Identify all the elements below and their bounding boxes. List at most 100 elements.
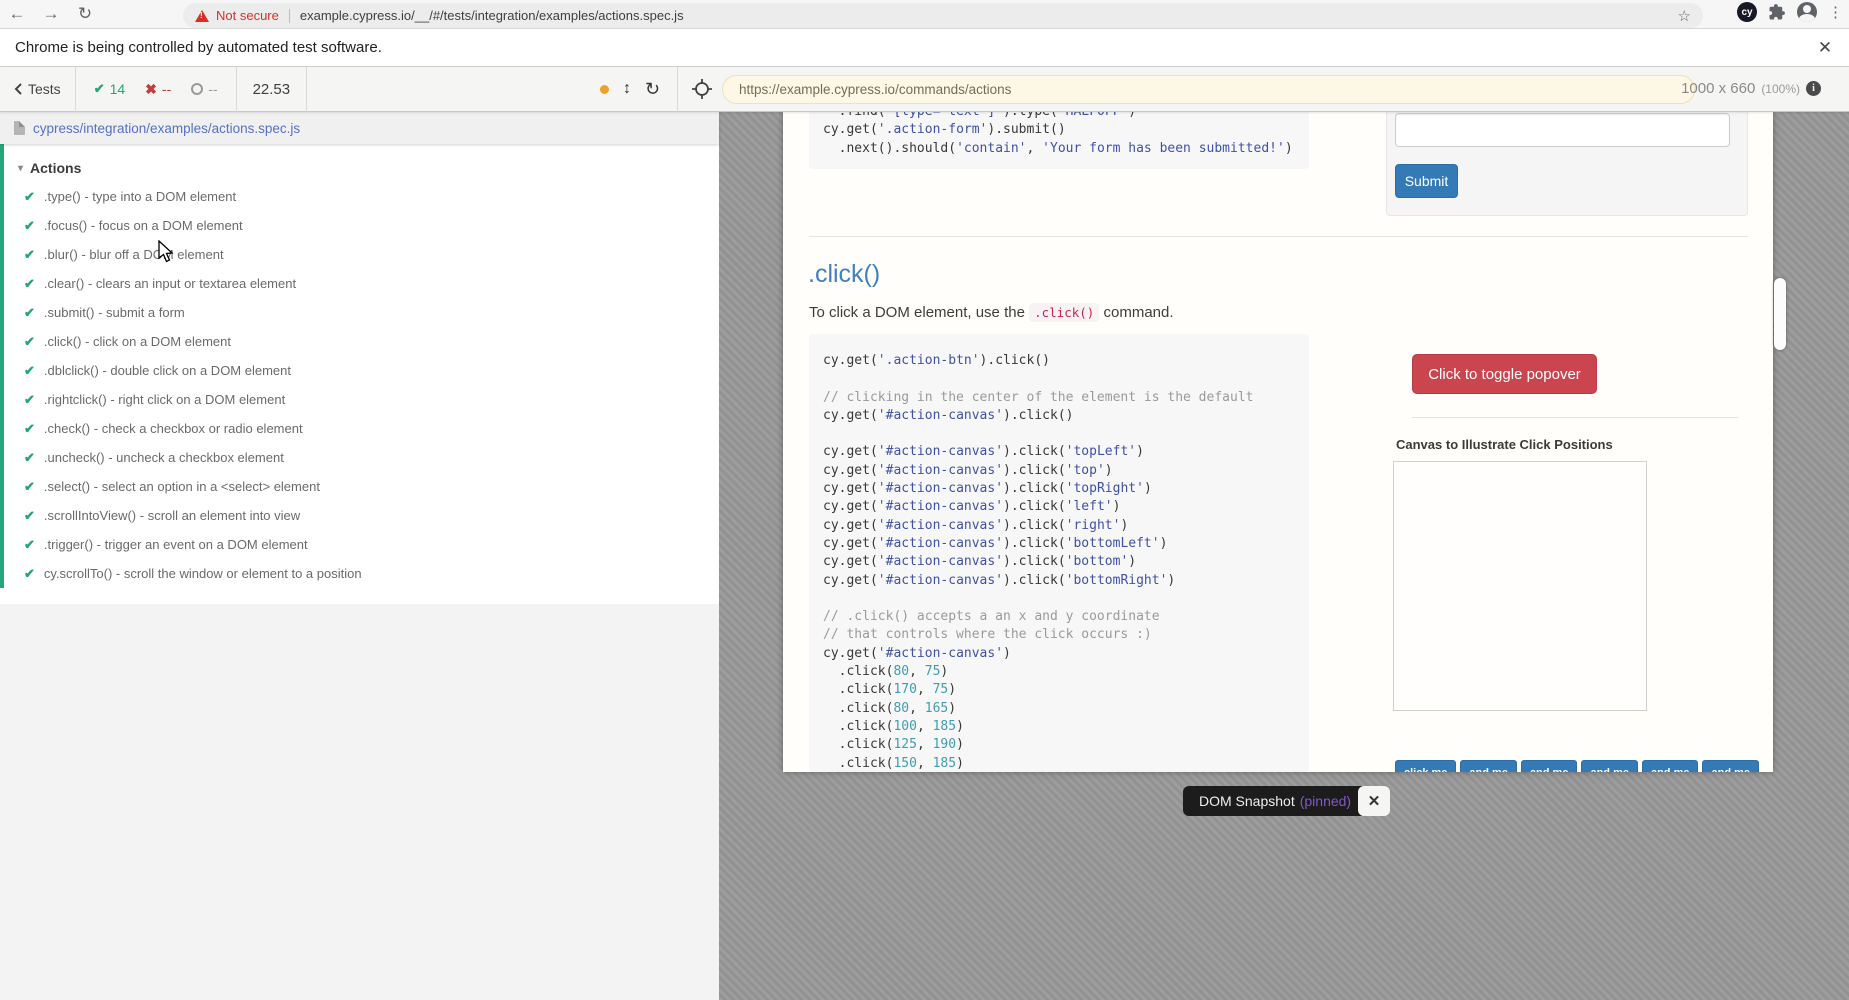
mouse-cursor bbox=[158, 240, 176, 264]
check-icon: ✔ bbox=[94, 81, 105, 97]
dom-snapshot-pill: DOM Snapshot (pinned) bbox=[1183, 786, 1367, 816]
back-to-tests-button[interactable]: Tests bbox=[0, 81, 75, 97]
and-me-button[interactable]: and me bbox=[1521, 760, 1578, 772]
test-item[interactable]: ✔.clear() - clears an input or textarea … bbox=[4, 269, 719, 298]
spec-header[interactable]: cypress/integration/examples/actions.spe… bbox=[0, 112, 719, 144]
test-item[interactable]: ✔.scrollIntoView() - scroll an element i… bbox=[4, 501, 719, 530]
reload-icon[interactable]: ↻ bbox=[68, 4, 102, 24]
spec-path-link[interactable]: cypress/integration/examples/actions.spe… bbox=[33, 121, 300, 136]
suite-tests: ✔.type() - type into a DOM element✔.focu… bbox=[4, 182, 719, 588]
code-block-submit: .find('[type="text"]').type('HALFOFF') c… bbox=[809, 112, 1309, 169]
inline-code: .click() bbox=[1029, 303, 1099, 322]
automation-infobar: Chrome is being controlled by automated … bbox=[0, 29, 1849, 67]
divider bbox=[306, 67, 307, 112]
click-section-paragraph: To click a DOM element, use the .click()… bbox=[809, 304, 1174, 321]
passed-stat: ✔14 bbox=[94, 81, 125, 97]
test-item[interactable]: ✔.check() - check a checkbox or radio el… bbox=[4, 414, 719, 443]
not-secure-label[interactable]: Not secure bbox=[216, 8, 279, 23]
infobar-close-icon[interactable]: ✕ bbox=[1813, 36, 1837, 60]
code-block-click-text: cy.get('.action-btn').click() // clickin… bbox=[823, 352, 1309, 772]
suite-title-row[interactable]: ▾ Actions bbox=[4, 152, 719, 182]
test-stats: ✔14 ✖-- -- bbox=[76, 81, 236, 98]
test-item[interactable]: ✔.rightclick() - right click on a DOM el… bbox=[4, 385, 719, 414]
check-icon: ✔ bbox=[24, 334, 35, 350]
check-icon: ✔ bbox=[24, 363, 35, 379]
restart-tests-icon[interactable]: ↻ bbox=[645, 79, 660, 100]
click-me-button-row: click meand meand meand meand meand me bbox=[1395, 760, 1759, 772]
check-icon: ✔ bbox=[24, 189, 35, 205]
pending-stat: -- bbox=[191, 81, 217, 97]
check-icon: ✔ bbox=[24, 566, 35, 582]
snapshot-close-button[interactable]: ✕ bbox=[1358, 786, 1390, 816]
test-item[interactable]: ✔.select() - select an option in a <sele… bbox=[4, 472, 719, 501]
check-icon: ✔ bbox=[24, 392, 35, 408]
and-me-button[interactable]: and me bbox=[1702, 760, 1759, 772]
aut-scrollbar-thumb[interactable] bbox=[1774, 278, 1786, 350]
test-item[interactable]: ✔.type() - type into a DOM element bbox=[4, 182, 719, 211]
check-icon: ✔ bbox=[24, 479, 35, 495]
check-icon: ✔ bbox=[24, 305, 35, 321]
check-icon: ✔ bbox=[24, 276, 35, 292]
suite-actions: ▾ Actions ✔.type() - type into a DOM ele… bbox=[0, 144, 719, 588]
profile-avatar-icon[interactable] bbox=[1797, 2, 1817, 22]
extensions-puzzle-icon[interactable] bbox=[1768, 3, 1786, 21]
viewport-size-label: 1000 x 660 bbox=[1681, 80, 1755, 97]
viewport-info-icon[interactable]: i bbox=[1806, 81, 1821, 96]
viewport-zoom-label: (100%) bbox=[1761, 82, 1800, 96]
forward-icon[interactable]: → bbox=[34, 4, 68, 24]
check-icon: ✔ bbox=[24, 421, 35, 437]
aut-iframe: .find('[type="text"]').type('HALFOFF') c… bbox=[783, 112, 1773, 772]
and-me-button[interactable]: and me bbox=[1460, 760, 1517, 772]
runner-controls: ↕ ↻ bbox=[600, 79, 660, 100]
divider bbox=[289, 9, 290, 23]
back-icon[interactable]: ← bbox=[0, 4, 34, 24]
divider bbox=[1412, 417, 1738, 418]
test-item[interactable]: ✔.trigger() - trigger an event on a DOM … bbox=[4, 530, 719, 559]
extensions-area: cy ⋮ bbox=[1737, 2, 1843, 22]
action-canvas[interactable] bbox=[1393, 461, 1647, 711]
chevron-left-icon bbox=[14, 83, 22, 95]
test-item[interactable]: ✔.click() - click on a DOM element bbox=[4, 327, 719, 356]
check-icon: ✔ bbox=[24, 247, 35, 263]
coupon-code-input[interactable] bbox=[1395, 113, 1730, 147]
collapse-triangle-icon[interactable]: ▾ bbox=[18, 163, 23, 174]
click-section-heading[interactable]: .click() bbox=[808, 260, 880, 289]
click-me-button[interactable]: click me bbox=[1395, 760, 1456, 772]
selector-playground-icon[interactable] bbox=[692, 79, 712, 99]
submit-button[interactable]: Submit bbox=[1395, 164, 1458, 198]
duration-label: 22.53 bbox=[237, 81, 307, 98]
file-icon bbox=[14, 121, 25, 135]
test-item[interactable]: ✔cy.scrollTo() - scroll the window or el… bbox=[4, 559, 719, 588]
cypress-toolbar: Tests ✔14 ✖-- -- 22.53 ↕ ↻ https://examp… bbox=[0, 67, 1849, 112]
test-item[interactable]: ✔.uncheck() - uncheck a checkbox element bbox=[4, 443, 719, 472]
state-dot-icon bbox=[600, 85, 609, 94]
test-item[interactable]: ✔.dblclick() - double click on a DOM ele… bbox=[4, 356, 719, 385]
url-text[interactable]: example.cypress.io/__/#/tests/integratio… bbox=[300, 8, 1678, 23]
toggle-popover-button[interactable]: Click to toggle popover bbox=[1412, 354, 1597, 394]
check-icon: ✔ bbox=[24, 218, 35, 234]
check-icon: ✔ bbox=[24, 508, 35, 524]
menu-dots-icon[interactable]: ⋮ bbox=[1828, 3, 1843, 21]
x-icon: ✖ bbox=[145, 81, 157, 98]
viewport-info: 1000 x 660 (100%) i bbox=[1681, 80, 1821, 97]
canvas-label: Canvas to Illustrate Click Positions bbox=[1396, 437, 1613, 452]
test-item[interactable]: ✔.focus() - focus on a DOM element bbox=[4, 211, 719, 240]
check-icon: ✔ bbox=[24, 450, 35, 466]
bookmark-star-icon[interactable]: ☆ bbox=[1678, 7, 1691, 25]
and-me-button[interactable]: and me bbox=[1581, 760, 1638, 772]
scroll-arrows-icon[interactable]: ↕ bbox=[623, 80, 631, 98]
aut-url-bar[interactable]: https://example.cypress.io/commands/acti… bbox=[722, 75, 1695, 104]
address-bar[interactable]: Not secure example.cypress.io/__/#/tests… bbox=[183, 3, 1703, 28]
back-to-tests-label: Tests bbox=[28, 81, 61, 97]
cypress-extension-icon[interactable]: cy bbox=[1737, 2, 1757, 22]
test-list: ▾ Actions ✔.type() - type into a DOM ele… bbox=[0, 144, 719, 604]
divider bbox=[677, 67, 678, 112]
pinned-label: (pinned) bbox=[1300, 793, 1351, 809]
browser-toolbar: ← → ↻ Not secure example.cypress.io/__/#… bbox=[0, 0, 1849, 29]
suite-title-label: Actions bbox=[30, 160, 81, 176]
reporter-pane: cypress/integration/examples/actions.spe… bbox=[0, 112, 719, 1000]
and-me-button[interactable]: and me bbox=[1642, 760, 1699, 772]
test-item[interactable]: ✔.submit() - submit a form bbox=[4, 298, 719, 327]
warning-icon[interactable] bbox=[195, 10, 209, 22]
test-item[interactable]: ✔.blur() - blur off a DOM element bbox=[4, 240, 719, 269]
